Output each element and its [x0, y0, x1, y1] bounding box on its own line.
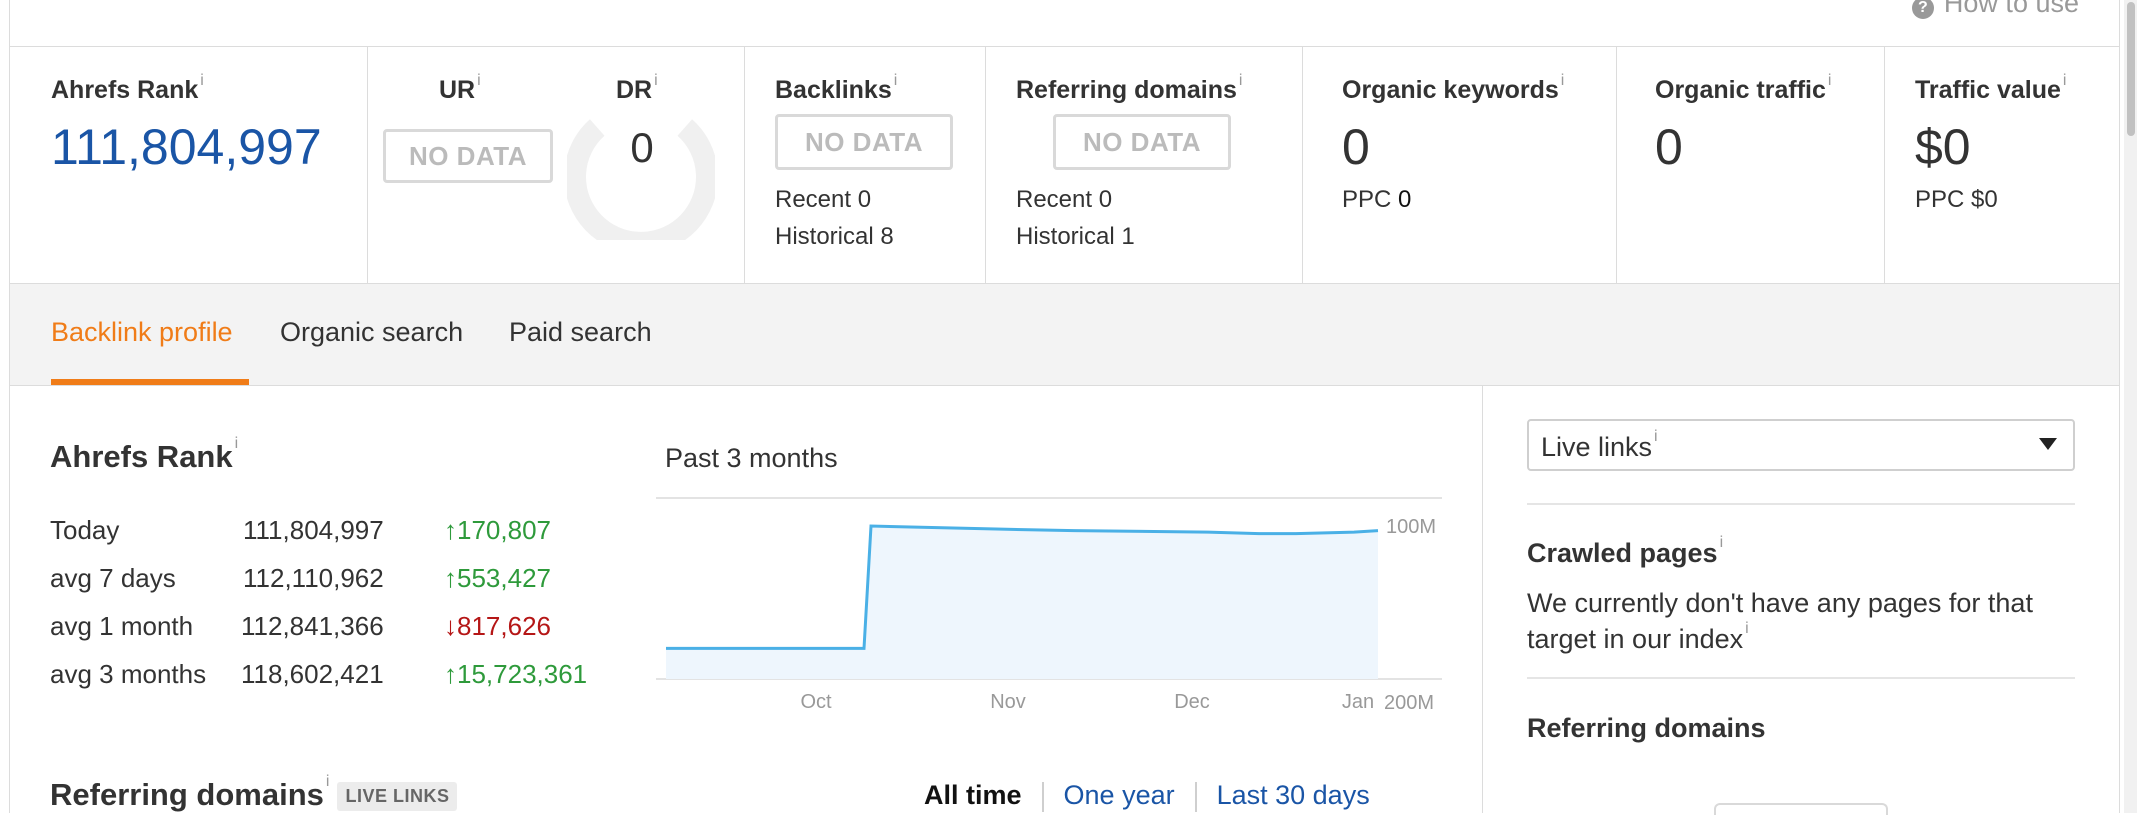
- info-icon[interactable]: i: [1828, 72, 1832, 89]
- backlinks-no-data: NO DATA: [775, 114, 953, 170]
- select-value: Live links i: [1541, 428, 1658, 462]
- backlinks-label: Backlinks i: [775, 72, 898, 104]
- rank-row-label: avg 7 days: [50, 563, 176, 593]
- traffic-value-ppc: PPC $0: [1915, 186, 1998, 213]
- info-icon[interactable]: i: [1745, 620, 1749, 637]
- rank-chart-svg: 100M 200M Oct Nov Dec Jan: [656, 497, 1442, 714]
- crawled-pages-title: Crawled pages i: [1527, 534, 1724, 568]
- active-tab-indicator: [51, 379, 249, 385]
- info-icon[interactable]: i: [654, 72, 658, 89]
- arrow-up-icon: ↑: [444, 515, 457, 545]
- referring-domains-label: Referring domains i: [1016, 72, 1243, 104]
- rank-row-change: ↓817,626: [444, 611, 551, 641]
- caret-down-icon: [2039, 438, 2057, 450]
- organic-traffic-label: Organic traffic i: [1655, 72, 1832, 104]
- chart-title: Past 3 months: [665, 443, 838, 473]
- metric-referring-domains: Referring domains i NO DATA Recent 0 Hist…: [986, 46, 1303, 283]
- info-icon[interactable]: i: [1654, 428, 1658, 445]
- arrow-down-icon: ↓: [444, 611, 457, 641]
- info-icon[interactable]: i: [477, 72, 481, 89]
- question-icon: ?: [1911, 0, 1934, 19]
- sidebar-referring-domains-title: Referring domains: [1527, 713, 1766, 743]
- info-icon[interactable]: i: [1561, 72, 1565, 89]
- arrow-up-icon: ↑: [444, 659, 457, 689]
- metric-label: Ahrefs Rank i: [51, 72, 204, 104]
- metrics-row: Ahrefs Rank i 111,804,997 UR i NO DATA DR i…: [10, 46, 2119, 284]
- organic-keywords-label: Organic keywords i: [1342, 72, 1565, 104]
- backlinks-historical: Historical 8: [775, 223, 894, 250]
- metric-ahrefs-rank: Ahrefs Rank i 111,804,997: [10, 46, 368, 283]
- tab-bar: Backlink profile Organic search Paid sea…: [10, 284, 2119, 386]
- rank-row-change: ↑553,427: [444, 563, 551, 593]
- info-icon[interactable]: i: [2063, 72, 2067, 89]
- dr-value: 0: [630, 124, 654, 171]
- how-to-use-label: How to use: [1943, 0, 2079, 18]
- filter-separator: [1041, 781, 1044, 812]
- divider: [1527, 677, 2075, 679]
- rank-row-value: 111,804,997: [243, 515, 384, 545]
- ur-no-data: NO DATA: [383, 129, 553, 183]
- rank-row-label: avg 1 month: [50, 611, 194, 641]
- referring-domains-historical: Historical 1: [1016, 223, 1135, 250]
- filter-separator: [1194, 781, 1197, 812]
- rank-row-value: 112,841,366: [241, 611, 384, 641]
- chart-y-tick-label: 100M: [1386, 516, 1436, 538]
- info-icon[interactable]: i: [1239, 72, 1243, 89]
- rank-row-label: Today: [50, 515, 120, 545]
- tab-organic-search[interactable]: Organic search: [280, 317, 463, 348]
- live-links-select[interactable]: Live links i: [1527, 419, 2075, 471]
- referring-domains-no-data: NO DATA: [1053, 114, 1231, 170]
- metric-organic-keywords: Organic keywords i 0 PPC 0: [1303, 46, 1617, 283]
- crawled-pages-text-1: We currently don't have any pages for th…: [1527, 588, 2033, 618]
- ur-label: UR i: [439, 72, 481, 104]
- info-icon[interactable]: i: [200, 72, 204, 89]
- metric-ur-dr: UR i NO DATA DR i 0: [368, 46, 745, 283]
- rank-row-value: 118,602,421: [241, 659, 384, 689]
- time-filter: All time One year Last 30 days: [924, 780, 1370, 812]
- info-icon[interactable]: i: [894, 72, 898, 89]
- referring-domains-title: Referring domains iLIVE LINKS: [50, 773, 458, 813]
- traffic-value-label: Traffic value i: [1915, 72, 2067, 104]
- traffic-value-value: $0: [1915, 119, 1971, 175]
- tab-backlink-profile[interactable]: Backlink profile: [51, 317, 233, 348]
- chart-x-tick-label: Nov: [990, 691, 1026, 713]
- organic-keywords-value: 0: [1342, 119, 1370, 175]
- backlinks-recent: Recent 0: [775, 186, 872, 213]
- crawled-pages-text-2: target in our index i: [1527, 620, 1749, 654]
- live-links-badge: LIVE LINKS: [337, 782, 458, 812]
- arrow-up-icon: ↑: [444, 563, 457, 593]
- how-to-use-link[interactable]: ? How to use: [1911, 0, 2079, 19]
- rank-row-change: ↑170,807: [444, 515, 551, 545]
- rank-chart: 100M 200M Oct Nov Dec Jan: [656, 497, 1442, 714]
- ahrefs-rank-title: Ahrefs Rank i: [50, 435, 239, 474]
- scrollbar-thumb[interactable]: [2127, 2, 2135, 136]
- chart-x-tick-label: Oct: [800, 691, 832, 713]
- organic-traffic-value: 0: [1655, 119, 1683, 175]
- divider: [1527, 503, 2075, 505]
- filter-last-30-days[interactable]: Last 30 days: [1217, 780, 1370, 810]
- info-icon[interactable]: i: [326, 773, 330, 790]
- filter-all-time[interactable]: All time: [924, 780, 1022, 810]
- filter-one-year[interactable]: One year: [1064, 780, 1175, 810]
- metric-traffic-value: Traffic value i $0 PPC $0: [1885, 46, 2119, 283]
- top-strip: ? How to use: [10, 0, 2119, 47]
- chart-x-tick-label: Jan: [1342, 691, 1374, 713]
- chart-placeholder: [1714, 803, 1888, 815]
- scrollbar[interactable]: [2124, 0, 2137, 813]
- rank-row-label: avg 3 months: [50, 659, 207, 689]
- info-icon[interactable]: i: [235, 435, 239, 452]
- rank-row-change: ↑15,723,361: [444, 659, 588, 689]
- tab-paid-search[interactable]: Paid search: [509, 317, 652, 348]
- ahrefs-rank-value: 111,804,997: [51, 119, 322, 175]
- metric-backlinks: Backlinks i NO DATA Recent 0 Historical 8: [745, 46, 986, 283]
- organic-keywords-ppc: PPC 0: [1342, 186, 1412, 213]
- chart-area-fill: [666, 526, 1378, 679]
- metric-organic-traffic: Organic traffic i 0: [1617, 46, 1885, 283]
- referring-domains-recent: Recent 0: [1016, 186, 1113, 213]
- rank-row-value: 112,110,962: [243, 563, 384, 593]
- chart-x-tick-label: Dec: [1174, 691, 1210, 713]
- info-icon[interactable]: i: [1720, 534, 1724, 551]
- chart-y-tick-label: 200M: [1384, 692, 1434, 714]
